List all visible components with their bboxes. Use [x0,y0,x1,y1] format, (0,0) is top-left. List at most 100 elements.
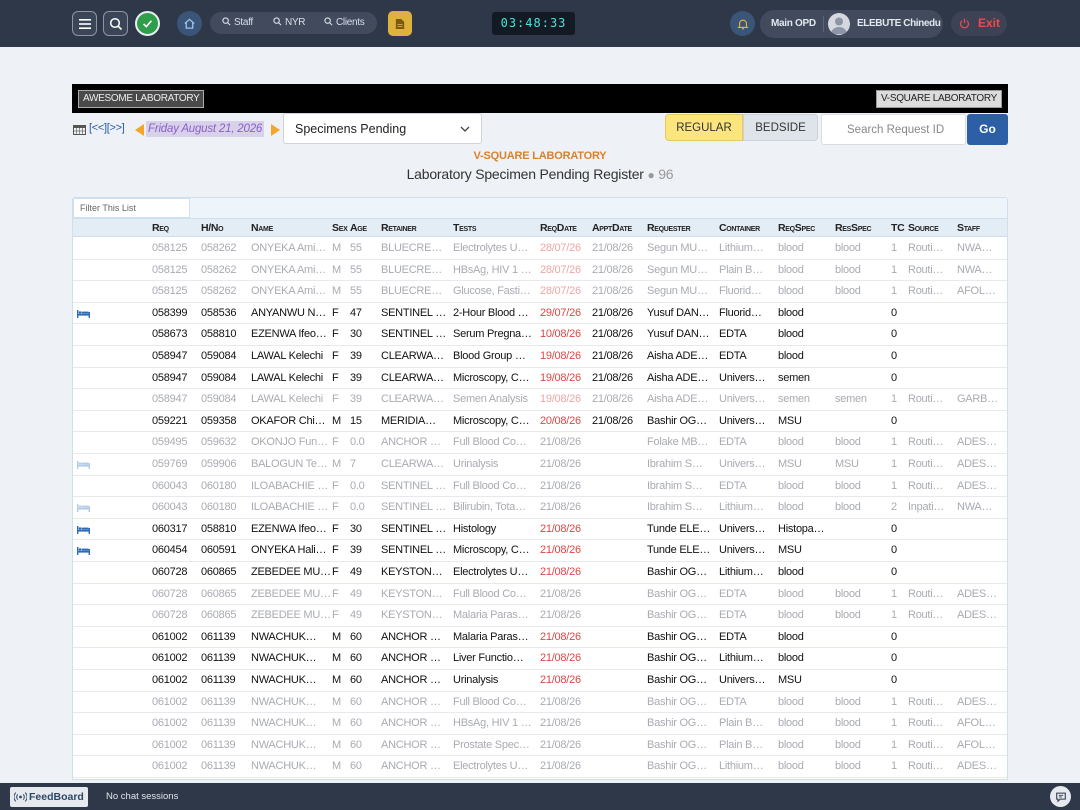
nyr-search-link[interactable]: NYR [273,12,306,34]
cell-tc: 1 [891,479,897,492]
table-row[interactable]: 060043 060180 ILOABACHIE … F 0.0 SENTINEL … Fu… [73,476,1007,498]
column-header-hno[interactable]: H/No [201,219,224,237]
table-row[interactable]: 058125 058262 ONYEKA Ami… M 55 BLUECRE… Electr… [73,238,1007,260]
cell-apptdate: 21/08/26 [592,371,633,384]
cell-container: Univers… [719,371,766,384]
feedboard-button[interactable]: FeedBoard [10,787,88,807]
cell-name: ILOABACHIE … [251,501,329,514]
cell-apptdate: 21/08/26 [592,263,633,276]
cell-requester: Folake MB… [647,436,709,449]
cell-sex: F [332,350,339,362]
column-header-tc[interactable]: TC [891,219,905,237]
table-row[interactable]: 061002 061139 NWACHUK… M 60 ANCHOR … Prostate … [73,735,1007,757]
column-header-reqspec[interactable]: ReqSpec [778,219,815,237]
awesome-laboratory-button[interactable]: AWESOME LABORATORY [78,90,205,108]
staff-search-link[interactable]: Staff [222,12,253,34]
user-menu[interactable]: Main OPD ELEBUTE Chinedu [760,10,943,38]
table-row[interactable]: 058947 059084 LAWAL Kelechi F 39 CLEARWA… Seme… [73,389,1007,411]
table-row[interactable]: 060454 060591 ONYEKA Hali… F 39 SENTINEL … Mic… [73,540,1007,562]
column-header-retainer[interactable]: Retainer [381,219,417,237]
cell-requester: Tunde ELE… [647,522,711,535]
v-square-laboratory-button[interactable]: V-SQUARE LABORATORY [875,90,1002,108]
selected-date[interactable]: Friday August 21, 2026 [146,121,265,137]
table-row[interactable]: 061002 061139 NWACHUK… M 60 ANCHOR … Electroly… [73,756,1007,778]
cell-reqdate: 21/08/26 [540,717,581,730]
column-header-resspec[interactable]: ResSpec [835,219,872,237]
cell-name: ZEBEDEE MU… [251,609,331,622]
table-row[interactable]: 060728 060865 ZEBEDEE MU… F 49 KEYSTON… Full B… [73,584,1007,606]
table-row[interactable]: 061002 061139 NWACHUK… M 60 ANCHOR … Liver Fun… [73,648,1007,670]
table-row[interactable]: 060043 060180 ILOABACHIE … F 0.0 SENTINEL … Bi… [73,497,1007,519]
cell-age: 55 [350,285,362,298]
search-button[interactable] [103,11,128,36]
cell-req: 061002 [152,760,188,773]
next-day-arrow-icon[interactable] [271,124,280,136]
status-filter-value: Specimens Pending [295,122,407,136]
chat-button[interactable] [1050,786,1071,807]
cell-requester: Ibrahim S… [647,479,703,492]
cell-sex: M [332,458,341,470]
column-header-apptdate[interactable]: ApptDate [592,219,632,237]
notifications-button[interactable] [730,11,755,36]
table-row[interactable]: 060728 060865 ZEBEDEE MU… F 49 KEYSTON… Malari… [73,605,1007,627]
home-button[interactable] [177,11,202,36]
cell-requester: Bashir OG… [647,587,707,600]
table-row[interactable]: 058947 059084 LAWAL Kelechi F 39 CLEARWA… Bloo… [73,346,1007,368]
menu-button[interactable] [72,11,97,36]
tab-regular[interactable]: REGULAR [665,114,743,141]
cell-source: Routi… [908,263,944,276]
table-row[interactable]: 059769 059906 BALOGUN Te… M 7 CLEARWA… Urinaly… [73,454,1007,476]
cell-reqdate: 21/08/26 [540,522,581,535]
cell-resspec: blood [835,242,861,254]
column-header-req[interactable]: Req [152,219,169,237]
filter-list-input[interactable]: Filter This List [73,198,190,218]
table-row[interactable]: 061002 061139 NWACHUK… M 60 ANCHOR … Urinalysi… [73,670,1007,692]
cell-tc: 1 [891,609,897,622]
column-header-age[interactable]: Age [350,219,367,237]
table-row[interactable]: 058125 058262 ONYEKA Ami… M 55 BLUECRE… Glucos… [73,281,1007,303]
cell-reqspec: blood [778,285,804,298]
cell-name: LAWAL Kelechi [251,350,323,362]
cell-requester: Bashir OG… [647,695,707,708]
table-row[interactable]: 058947 059084 LAWAL Kelechi F 39 CLEARWA… Micr… [73,368,1007,390]
table-row[interactable]: 059221 059358 OKAFOR Chi… M 15 MERIDIA… Micros… [73,411,1007,433]
cell-staff: ADES… [957,458,997,470]
column-header-source[interactable]: Source [908,219,939,237]
table-row[interactable]: 058125 058262 ONYEKA Ami… M 55 BLUECRE… HBsAg,… [73,260,1007,282]
cell-hno: 060865 [201,609,237,622]
cell-req: 061002 [152,738,188,751]
column-header-container[interactable]: Container [719,219,760,237]
request-id-search-input[interactable] [821,114,966,145]
table-row[interactable]: 061002 061139 NWACHUK… M 60 ANCHOR … Full Bloo… [73,692,1007,714]
column-header-reqdate[interactable]: ReqDate [540,219,577,237]
table-row[interactable]: 061002 061139 NWACHUK… M 60 ANCHOR … HBsAg, HI… [73,713,1007,735]
column-header-sex[interactable]: Sex [332,219,348,237]
column-header-requester[interactable]: Requester [647,219,691,237]
date-nav-links[interactable]: [<<][>>] [89,122,125,134]
exit-button[interactable]: Exit [951,11,1007,36]
quick-search-bar: Staff NYR Clients [210,12,377,34]
cell-req: 058947 [152,371,188,384]
calendar-icon[interactable] [73,125,86,135]
cell-tests: Bilirubin, Tota… [453,501,526,514]
table-row[interactable]: 061002 061139 NWACHUK… M 60 ANCHOR … Malaria P… [73,627,1007,649]
column-header-staff[interactable]: Staff [957,219,980,237]
previous-day-arrow-icon[interactable] [135,124,144,136]
table-row[interactable]: 058673 058810 EZENWA Ifeo… F 30 SENTINEL … Ser… [73,324,1007,346]
cell-tests: Blood Group … [453,350,526,362]
go-button[interactable]: Go [967,114,1008,145]
table-row[interactable]: 060728 060865 ZEBEDEE MU… F 49 KEYSTON… Electr… [73,562,1007,584]
status-check-button[interactable] [135,11,160,36]
status-filter-select[interactable]: Specimens Pending [283,113,482,144]
cell-resspec: blood [835,501,861,514]
column-header-tests[interactable]: Tests [453,219,477,237]
cell-resspec: blood [835,436,861,449]
table-row[interactable]: 058399 058536 ANYANWU N… F 47 SENTINEL … 2-Hou… [73,303,1007,325]
tab-bedside[interactable]: BEDSIDE [743,114,818,141]
documents-button[interactable] [388,11,412,36]
cell-apptdate: 21/08/26 [592,328,633,341]
table-row[interactable]: 060317 058810 EZENWA Ifeo… F 30 SENTINEL … His… [73,519,1007,541]
clients-search-link[interactable]: Clients [324,12,365,34]
table-row[interactable]: 059495 059632 OKONJO Fun… F 0.0 ANCHOR … Full … [73,432,1007,454]
column-header-name[interactable]: Name [251,219,273,237]
